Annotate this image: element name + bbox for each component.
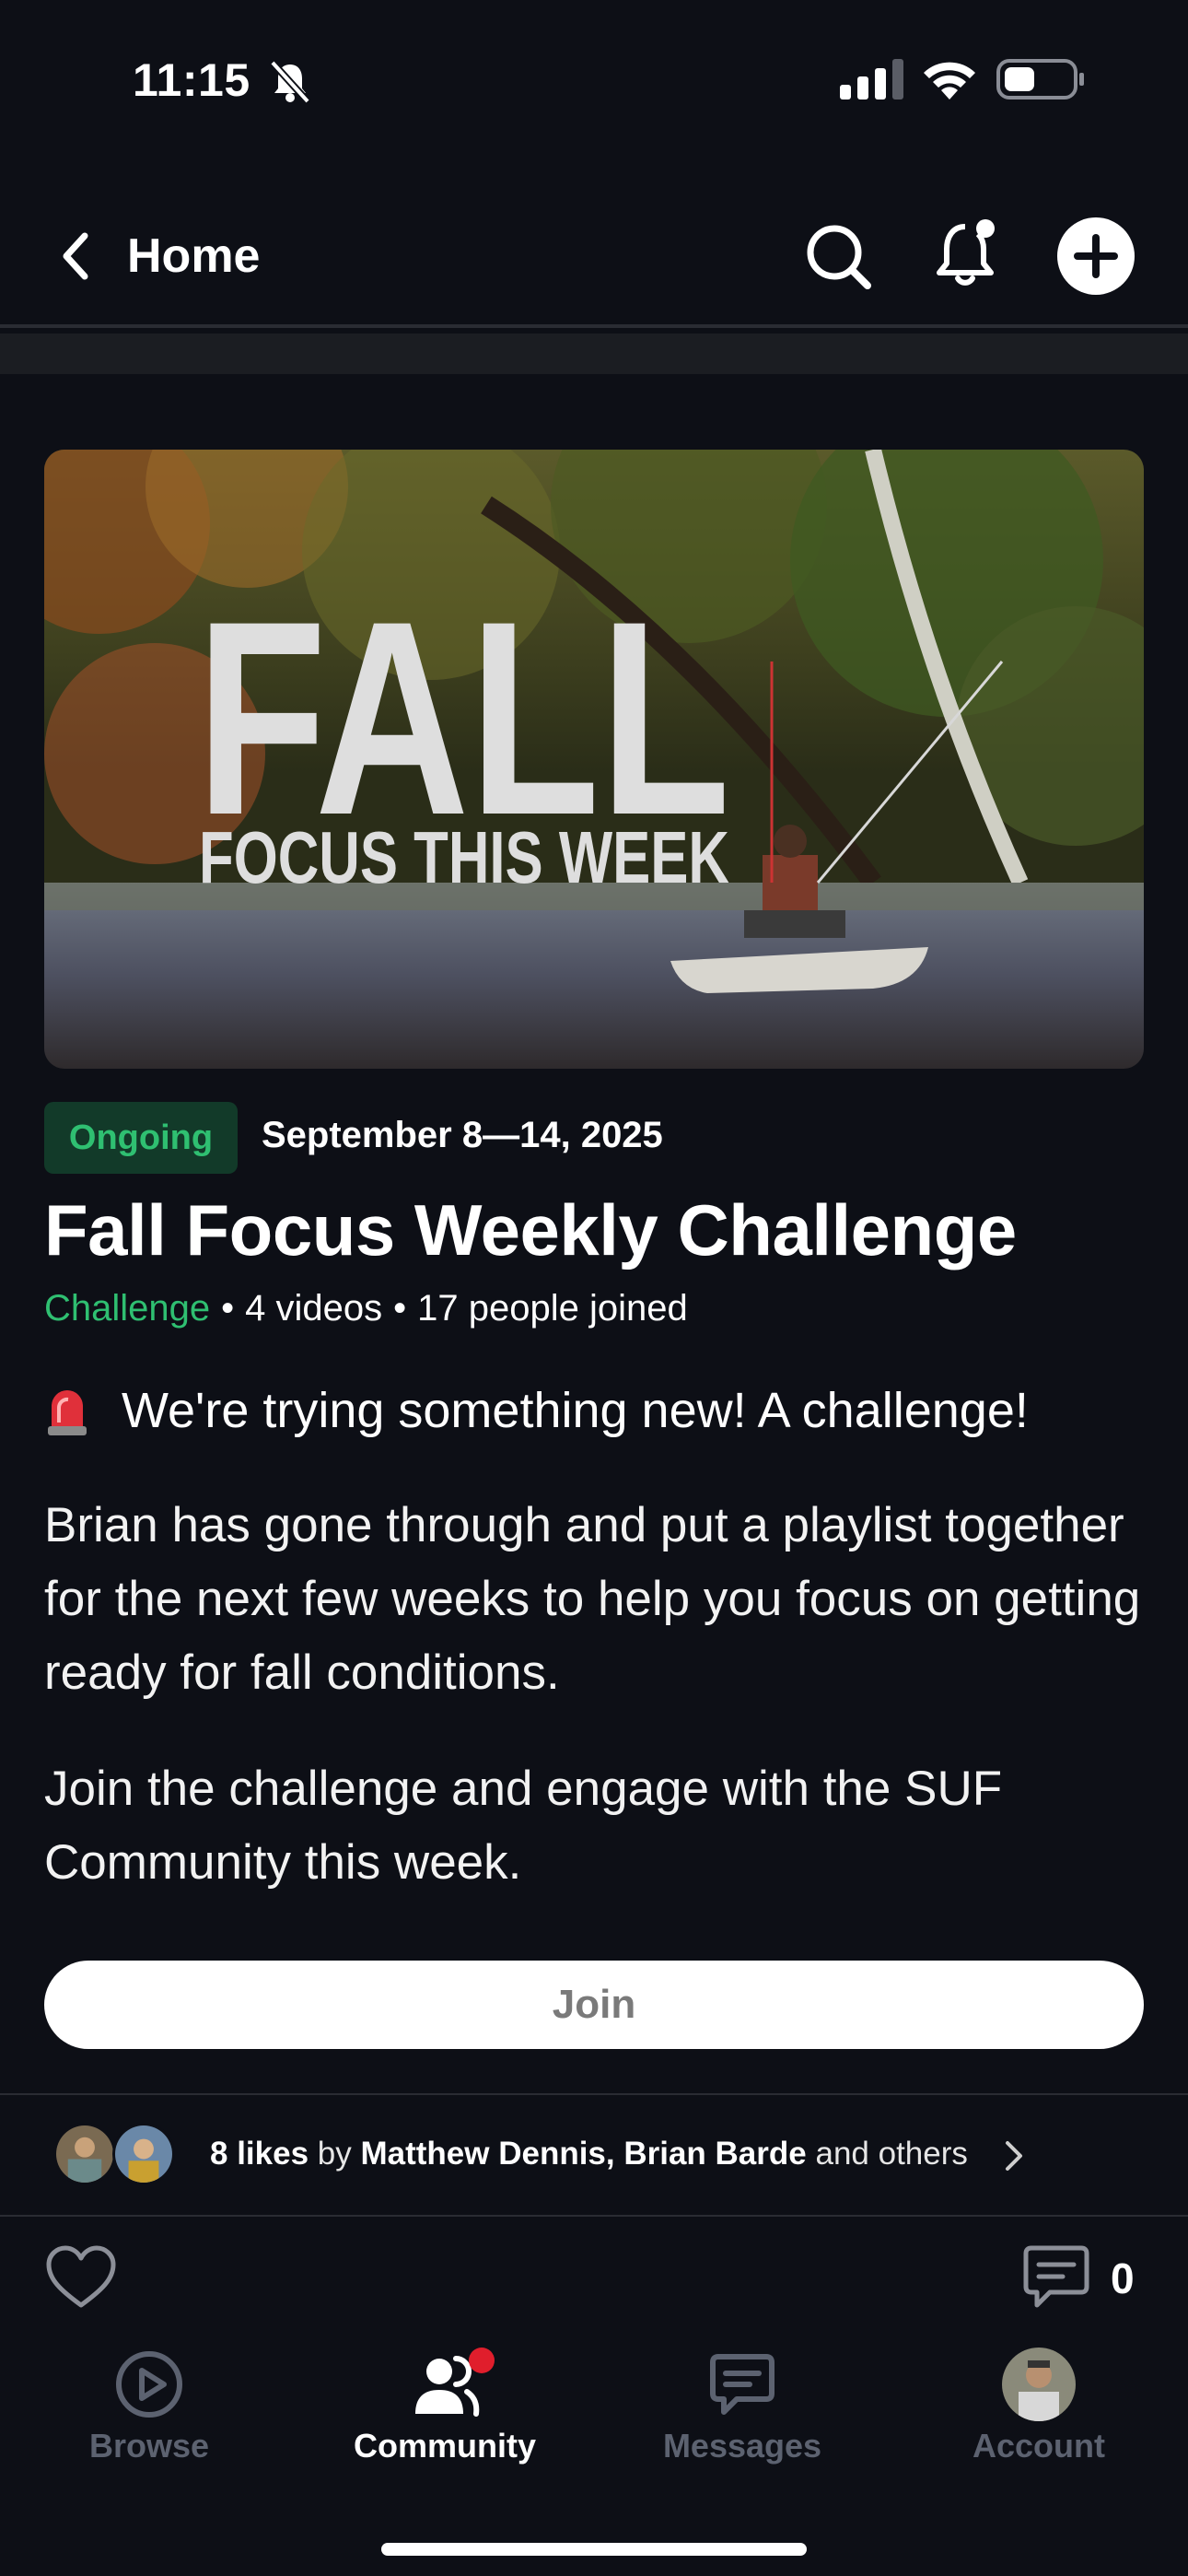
status-badge: Ongoing: [44, 1102, 238, 1174]
notifications-bell-icon[interactable]: [930, 216, 1004, 293]
likes-count: 8 likes: [210, 2136, 309, 2172]
comment-count: 0: [1111, 2254, 1135, 2302]
challenge-meta: Challenge • 4 videos • 17 people joined: [44, 1288, 688, 1329]
header-band: [0, 334, 1188, 374]
chevron-right-icon: [1006, 2141, 1022, 2171]
nav-divider: [0, 324, 1188, 328]
challenge-hero-image[interactable]: FALL FOCUS THIS WEEK: [44, 450, 1144, 1069]
tab-browse-label: Browse: [88, 2427, 210, 2465]
chevron-left-icon: [63, 232, 88, 280]
likes-names: Matthew Dennis, Brian Barde: [360, 2136, 807, 2172]
likes-by: by: [317, 2136, 352, 2172]
notice-text: We're trying something new! A challenge!: [122, 1383, 1029, 1438]
description-paragraph-1: Brian has gone through and put a playlis…: [44, 1498, 1141, 1700]
avatar: [112, 2123, 175, 2185]
description-paragraph-2: Join the challenge and engage with the S…: [44, 1762, 1003, 1890]
tab-messages-label: Messages: [662, 2427, 822, 2465]
cellular-signal-icon: [840, 59, 903, 100]
avatar: [53, 2123, 116, 2185]
wifi-icon: [924, 62, 975, 100]
challenge-kind-link[interactable]: Challenge: [44, 1288, 210, 1329]
notification-dot: [469, 2348, 495, 2373]
status-time: 11:15: [133, 54, 250, 106]
bell-off-icon: [270, 60, 310, 104]
battery-icon: [996, 59, 1084, 100]
video-count: 4 videos: [245, 1288, 383, 1329]
back-button[interactable]: Home: [53, 228, 260, 284]
siren-emoji-icon: [48, 1390, 87, 1435]
likes-divider-bottom: [0, 2215, 1188, 2217]
like-heart-icon[interactable]: [44, 2244, 118, 2311]
chat-bubble-icon: [710, 2354, 775, 2415]
search-icon[interactable]: [801, 219, 875, 293]
tab-account-label: Account: [973, 2427, 1105, 2465]
back-label: Home: [127, 229, 261, 283]
play-circle-icon: [116, 2351, 182, 2418]
avatar: [1002, 2348, 1076, 2421]
joined-count: 17 people joined: [417, 1288, 688, 1329]
likes-divider-top: [0, 2093, 1188, 2095]
create-plus-button[interactable]: [1057, 217, 1135, 295]
tab-community-label: Community: [354, 2427, 536, 2465]
likes-others: and others: [815, 2136, 968, 2172]
status-bar: 11:15: [0, 0, 1188, 157]
top-nav-bar: Home: [0, 201, 1188, 311]
challenge-title: Fall Focus Weekly Challenge: [44, 1189, 1017, 1270]
comment-icon[interactable]: [1022, 2242, 1090, 2313]
tab-community[interactable]: Community: [334, 2348, 555, 2467]
notice-line: We're trying something new! A challenge!: [44, 1382, 1029, 1439]
tab-messages[interactable]: Messages: [632, 2348, 853, 2467]
join-button[interactable]: Join: [44, 1961, 1144, 2049]
likes-text: 8 likes by Matthew Dennis, Brian Barde a…: [210, 2136, 968, 2172]
hero-title-small: FOCUS THIS WEEK: [199, 816, 729, 898]
tab-browse[interactable]: Browse: [39, 2348, 260, 2467]
home-indicator[interactable]: [381, 2543, 807, 2556]
tab-account[interactable]: Account: [928, 2348, 1149, 2467]
likes-summary-row[interactable]: 8 likes by Matthew Dennis, Brian Barde a…: [0, 2097, 1188, 2217]
challenge-dates: September 8—14, 2025: [262, 1115, 663, 1155]
